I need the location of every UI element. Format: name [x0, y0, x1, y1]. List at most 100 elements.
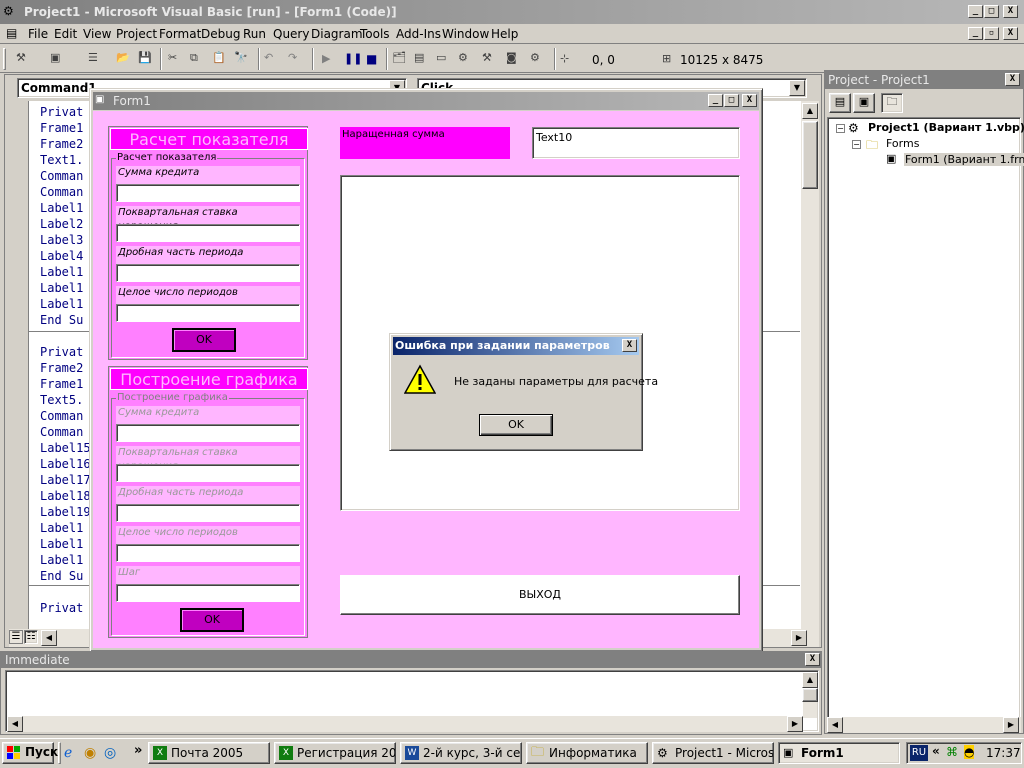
task-registration-2005[interactable]: X Регистрация 2005	[274, 742, 396, 764]
code-line[interactable]: Label16	[40, 456, 91, 472]
code-line[interactable]: End Su	[40, 568, 83, 584]
code-line[interactable]: Comman	[40, 184, 83, 200]
menu-format[interactable]: Format	[157, 26, 203, 42]
end-icon[interactable]: ■	[366, 52, 382, 68]
mdi-close-button[interactable]: X	[1003, 27, 1018, 40]
properties-window-icon[interactable]: ▤	[414, 51, 430, 67]
break-icon[interactable]: ❚❚	[344, 52, 362, 68]
code-line[interactable]: Frame2	[40, 360, 83, 376]
code-line[interactable]: Label15	[40, 440, 91, 456]
project-explorer-close-button[interactable]: X	[1005, 73, 1020, 86]
toggle-folders-icon[interactable]: 🗀	[881, 93, 903, 113]
tree-collapse-icon[interactable]: −	[836, 124, 845, 133]
code-line[interactable]: End Su	[40, 312, 83, 328]
view-object-icon[interactable]: ▣	[853, 93, 875, 113]
procedure-view-icon[interactable]: ☰	[9, 630, 23, 644]
code-line[interactable]: Label1	[40, 280, 83, 296]
menu-view[interactable]: View	[81, 26, 113, 42]
menu-project[interactable]: Project	[114, 26, 159, 42]
form-layout-icon[interactable]: ▭	[436, 51, 452, 67]
code-line[interactable]: Text5.	[40, 392, 83, 408]
code-line[interactable]: Label4	[40, 248, 83, 264]
project-explorer-title-bar[interactable]: Project - Project1 X	[825, 71, 1023, 89]
menu-window[interactable]: Window	[440, 26, 491, 42]
start-button[interactable]: Пуск	[2, 742, 58, 764]
form1-title-bar[interactable]: ▣ Form1 _ □ X	[93, 92, 759, 110]
mdi-minimize-button[interactable]: _	[968, 27, 983, 40]
task-form1[interactable]: ▣ Form1	[778, 742, 900, 764]
code-line[interactable]: Comman	[40, 424, 83, 440]
code-line[interactable]: Label18	[40, 488, 91, 504]
section2-loan-input[interactable]	[116, 424, 300, 442]
chevron-down-icon[interactable]: ▼	[789, 80, 805, 96]
internet-explorer-icon[interactable]: ℯ	[64, 745, 72, 761]
form1-maximize-button[interactable]: □	[724, 94, 739, 107]
code-vscroll[interactable]: ▲	[801, 101, 819, 629]
section1-loan-input[interactable]	[116, 184, 300, 202]
code-line[interactable]: Comman	[40, 168, 83, 184]
scroll-up-arrow[interactable]: ▲	[802, 103, 818, 119]
add-form-icon[interactable]: ▣	[50, 51, 66, 67]
code-line[interactable]: Label17	[40, 472, 91, 488]
tree-collapse-icon[interactable]: −	[852, 140, 861, 149]
menu-editor-icon[interactable]: ☰	[88, 51, 104, 67]
task-mail-2005[interactable]: X Почта 2005	[148, 742, 270, 764]
tree-form1[interactable]: Form1 (Вариант 1.frm)	[904, 153, 1024, 166]
full-module-view-icon[interactable]: ☷	[24, 630, 38, 644]
code-line[interactable]: Privat	[40, 600, 83, 616]
section2-step-input[interactable]	[116, 584, 300, 602]
tree-project-root[interactable]: Project1 (Вариант 1.vbp)	[868, 121, 1024, 134]
project-explorer-icon[interactable]: 🗂	[392, 51, 408, 67]
text10-box[interactable]: Text10	[532, 127, 740, 159]
code-line[interactable]: Frame2	[40, 136, 83, 152]
menu-run[interactable]: Run	[241, 26, 268, 42]
form1-minimize-button[interactable]: _	[708, 94, 723, 107]
code-line[interactable]: Comman	[40, 408, 83, 424]
paste-icon[interactable]: 📋	[212, 51, 228, 67]
dialog-ok-button[interactable]: OK	[479, 414, 553, 436]
immediate-vscroll[interactable]: ▲	[802, 672, 818, 718]
section2-periods-input[interactable]	[116, 544, 300, 562]
project-tree[interactable]: − ⚙ Project1 (Вариант 1.vbp) − 🗀 Forms ▣…	[827, 117, 1024, 731]
main-maximize-button[interactable]: □	[984, 5, 999, 18]
code-line[interactable]: Frame1	[40, 376, 83, 392]
cut-icon[interactable]: ✂	[168, 51, 184, 67]
scroll-thumb[interactable]	[802, 121, 818, 189]
tree-forms-folder[interactable]: Forms	[886, 137, 919, 150]
scroll-right-arrow[interactable]: ▶	[1003, 717, 1019, 733]
code-line[interactable]: Label1	[40, 536, 83, 552]
language-indicator[interactable]: RU	[910, 745, 928, 761]
undo-icon[interactable]: ↶	[264, 51, 280, 67]
scroll-thumb[interactable]	[802, 688, 818, 702]
code-line[interactable]: Label2	[40, 216, 83, 232]
quick-launch-chevron[interactable]: »	[134, 743, 142, 758]
menu-add-ins[interactable]: Add-Ins	[394, 26, 443, 42]
form1-close-button[interactable]: X	[742, 94, 757, 107]
immediate-hscroll[interactable]: ◀ ▶	[7, 716, 803, 732]
scroll-right-arrow[interactable]: ▶	[787, 716, 803, 732]
code-line[interactable]: Privat	[40, 104, 83, 120]
media-player-icon[interactable]: ◉	[84, 745, 96, 761]
menu-tools[interactable]: Tools	[358, 26, 392, 42]
main-title-bar[interactable]: ⚙ Project1 - Microsoft Visual Basic [run…	[0, 0, 1024, 24]
outlook-icon[interactable]: ◎	[104, 745, 116, 761]
scroll-left-arrow[interactable]: ◀	[41, 630, 57, 646]
menu-diagram[interactable]: Diagram	[309, 26, 365, 42]
code-line[interactable]: Label3	[40, 232, 83, 248]
code-line[interactable]: Text1.	[40, 152, 83, 168]
code-line[interactable]: Label1	[40, 200, 83, 216]
section1-ok-button[interactable]: OK	[172, 328, 236, 352]
section1-fraction-input[interactable]	[116, 264, 300, 282]
task-word-document[interactable]: W 2-й курс, 3-й сем...	[400, 742, 522, 764]
add-project-icon[interactable]: ⚒	[16, 51, 32, 67]
scroll-up-arrow[interactable]: ▲	[802, 672, 818, 688]
code-line[interactable]: Label1	[40, 264, 83, 280]
tray-expand-chevron[interactable]: «	[932, 744, 940, 758]
antivirus-icon[interactable]: ◓	[964, 745, 975, 759]
code-line[interactable]: Privat	[40, 344, 83, 360]
main-close-button[interactable]: X	[1003, 5, 1018, 18]
section2-fraction-input[interactable]	[116, 504, 300, 522]
scroll-right-arrow[interactable]: ▶	[791, 630, 807, 646]
code-line[interactable]: Label1	[40, 520, 83, 536]
mdi-restore-button[interactable]: ▫	[984, 27, 999, 40]
